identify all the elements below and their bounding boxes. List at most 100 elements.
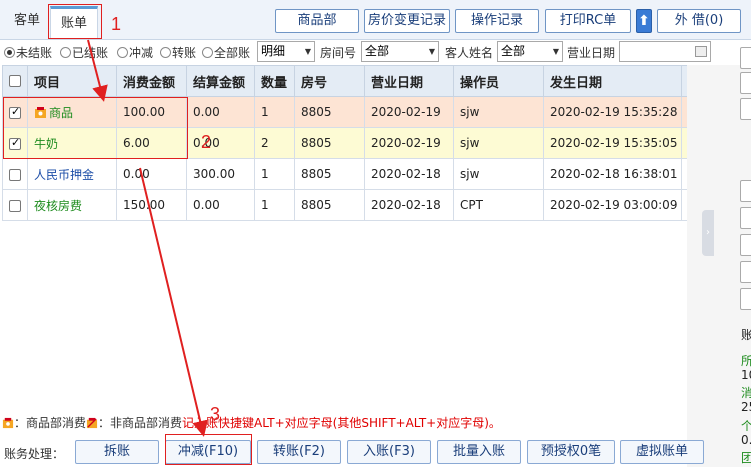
guest-name-label: 客人姓名 bbox=[445, 46, 494, 60]
radio-offset[interactable]: 冲减 bbox=[117, 44, 153, 61]
side-button[interactable] bbox=[740, 180, 751, 202]
col-biz-date[interactable]: 营业日期 bbox=[364, 65, 454, 97]
qty-cell: 2 bbox=[254, 127, 295, 159]
radio-dot-icon bbox=[117, 47, 128, 58]
transfer-button[interactable]: 转账(F2) bbox=[257, 440, 341, 464]
radio-label: 冲减 bbox=[129, 46, 154, 60]
non-goods-legend-icon bbox=[86, 416, 98, 430]
goods-dept-legend-icon bbox=[2, 416, 14, 430]
room-select[interactable]: 全部 bbox=[361, 41, 439, 62]
radio-label: 转账 bbox=[172, 46, 197, 60]
settle-cell: 0.00 bbox=[186, 127, 255, 159]
side-label: 所 bbox=[741, 354, 751, 368]
settle-cell: 0.00 bbox=[186, 96, 255, 128]
select-all-checkbox[interactable] bbox=[9, 75, 21, 87]
qty-cell: 1 bbox=[254, 158, 295, 190]
operator-cell: sjw bbox=[453, 158, 544, 190]
row-checkbox[interactable] bbox=[9, 168, 21, 181]
biz-date-input[interactable] bbox=[619, 41, 711, 62]
annotation-number-1: 1 bbox=[111, 14, 122, 34]
side-label: 个 bbox=[741, 419, 751, 433]
shortcut-hint: 记入账快捷键ALT+对应字母(其他SHIFT+ALT+对应字母)。 bbox=[182, 416, 501, 430]
side-button[interactable] bbox=[740, 234, 751, 256]
detail-select[interactable]: 明细 bbox=[257, 41, 315, 62]
item-cell: 夜核房费 bbox=[27, 189, 117, 221]
annotation-box-3 bbox=[165, 434, 252, 465]
operator-cell: sjw bbox=[453, 127, 544, 159]
biz-date-cell: 2020-02-18 bbox=[364, 158, 454, 190]
split-bill-button[interactable]: 拆账 bbox=[75, 440, 159, 464]
radio-dot-icon bbox=[160, 47, 171, 58]
operator-cell: CPT bbox=[453, 189, 544, 221]
consume-cell: 150.00 bbox=[116, 189, 187, 221]
print-rc-button[interactable]: 打印RC单 bbox=[545, 9, 631, 33]
panel-collapse-handle[interactable]: › bbox=[702, 210, 714, 256]
biz-date-cell: 2020-02-19 bbox=[364, 96, 454, 128]
row-checkbox-cell[interactable] bbox=[2, 189, 28, 221]
virtual-bill-button[interactable]: 虚拟账单 bbox=[620, 440, 704, 464]
side-button[interactable] bbox=[740, 261, 751, 283]
legend-non-goods: ：非商品部消费 bbox=[98, 416, 183, 430]
preauth-button[interactable]: 预授权0笔(F4) bbox=[527, 440, 615, 467]
side-button[interactable] bbox=[740, 72, 751, 94]
time-cell: 2020-02-18 16:38:01 bbox=[543, 158, 682, 190]
guest-name-select[interactable]: 全部 bbox=[497, 41, 563, 62]
radio-all[interactable]: 全部账 bbox=[202, 44, 250, 61]
radio-label: 已结账 bbox=[72, 46, 109, 60]
radio-transfer[interactable]: 转账 bbox=[160, 44, 196, 61]
side-value: 25 bbox=[741, 400, 751, 414]
room-cell: 8805 bbox=[294, 158, 365, 190]
radio-dot-icon bbox=[4, 47, 15, 58]
side-button[interactable] bbox=[740, 98, 751, 120]
biz-date-label: 营业日期 bbox=[567, 46, 616, 60]
table-header-row: 项目 消费金额 结算金额 数量 房号 营业日期 操作员 发生日期 备 bbox=[2, 65, 701, 97]
col-settle[interactable]: 结算金额 bbox=[186, 65, 255, 97]
legend-line: ：商品部消费 ：非商品部消费记入账快捷键ALT+对应字母(其他SHIFT+ALT+… bbox=[2, 414, 742, 432]
table-row[interactable]: 夜核房费 150.00 0.00 1 8805 2020-02-18 CPT 2… bbox=[2, 189, 688, 221]
col-room[interactable]: 房号 bbox=[294, 65, 365, 97]
table-row[interactable]: 人民币押金 0.00 300.00 1 8805 2020-02-18 sjw … bbox=[2, 158, 688, 190]
consume-cell: 0.00 bbox=[116, 158, 187, 190]
row-checkbox-cell[interactable] bbox=[2, 158, 28, 190]
side-button[interactable] bbox=[740, 207, 751, 229]
side-button[interactable] bbox=[740, 47, 751, 69]
arrow-up-icon[interactable]: ⬆ bbox=[636, 9, 652, 33]
post-entry-button[interactable]: 入账(F3) bbox=[347, 440, 431, 464]
settle-cell: 0.00 bbox=[186, 189, 255, 221]
room-cell: 8805 bbox=[294, 127, 365, 159]
col-operator[interactable]: 操作员 bbox=[453, 65, 544, 97]
biz-date-cell: 2020-02-19 bbox=[364, 127, 454, 159]
room-label: 房间号 bbox=[320, 46, 357, 60]
time-cell: 2020-02-19 15:35:05 bbox=[543, 127, 682, 159]
item-cell: 人民币押金 bbox=[27, 158, 117, 190]
qty-cell: 1 bbox=[254, 96, 295, 128]
side-button[interactable] bbox=[740, 288, 751, 310]
time-cell: 2020-02-19 15:35:28 bbox=[543, 96, 682, 128]
price-change-log-button[interactable]: 房价变更记录 bbox=[364, 9, 450, 33]
radio-settled[interactable]: 已结账 bbox=[60, 44, 108, 61]
row-checkbox[interactable] bbox=[9, 199, 21, 212]
radio-dot-icon bbox=[202, 47, 213, 58]
batch-post-button[interactable]: 批量入账 bbox=[437, 440, 521, 464]
annotation-number-3: 3 bbox=[210, 404, 221, 424]
tab-guest-order[interactable]: 客单 bbox=[4, 6, 50, 38]
operation-log-button[interactable]: 操作记录 bbox=[455, 9, 539, 33]
goods-dept-button[interactable]: 商品部 bbox=[275, 9, 359, 33]
annotation-box-1 bbox=[48, 4, 102, 39]
radio-unsettled[interactable]: 未结账 bbox=[4, 44, 52, 61]
radio-label: 未结账 bbox=[16, 46, 53, 60]
annotation-box-2 bbox=[3, 97, 188, 159]
room-cell: 8805 bbox=[294, 189, 365, 221]
select-all-cell[interactable] bbox=[2, 65, 28, 97]
col-qty[interactable]: 数量 bbox=[254, 65, 295, 97]
col-consume[interactable]: 消费金额 bbox=[116, 65, 187, 97]
biz-date-cell: 2020-02-18 bbox=[364, 189, 454, 221]
side-label: 消 bbox=[741, 386, 751, 400]
action-bar-label: 账务处理： bbox=[4, 447, 65, 461]
calendar-icon[interactable] bbox=[695, 46, 707, 57]
col-item[interactable]: 项目 bbox=[27, 65, 117, 97]
col-time[interactable]: 发生日期 bbox=[543, 65, 682, 97]
borrow-button[interactable]: 外 借(0) bbox=[657, 9, 741, 33]
radio-label: 全部账 bbox=[214, 46, 251, 60]
room-cell: 8805 bbox=[294, 96, 365, 128]
